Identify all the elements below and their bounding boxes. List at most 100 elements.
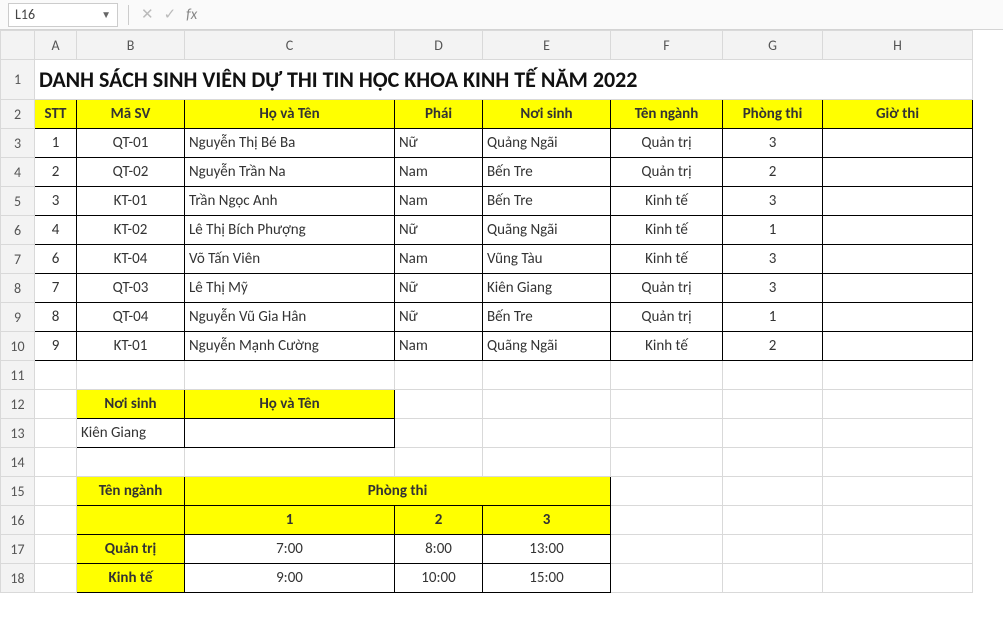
cell[interactable]: 1 [185,506,395,535]
sheet-title[interactable]: DANH SÁCH SINH VIÊN DỰ THI TIN HỌC KHOA … [35,60,973,100]
col-header[interactable]: F [611,31,723,60]
cell[interactable]: 7 [35,274,77,303]
cell[interactable] [35,361,77,390]
row-header[interactable]: 10 [1,332,35,361]
cell[interactable]: Nguyễn Vũ Gia Hân [185,303,395,332]
cell[interactable]: QT-01 [77,129,185,158]
cell[interactable] [395,390,483,419]
formula-input[interactable] [209,3,1003,27]
cell[interactable]: Quản trị [77,535,185,564]
cell[interactable]: Quản trị [611,129,723,158]
hdr-giothi[interactable]: Giờ thi [823,100,973,129]
cell[interactable] [823,332,973,361]
cell[interactable]: 1 [723,303,823,332]
row-header[interactable]: 13 [1,419,35,448]
cell[interactable]: Quản trị [611,158,723,187]
cell[interactable] [823,448,973,477]
cell[interactable]: KT-02 [77,216,185,245]
cell[interactable]: Trần Ngọc Anh [185,187,395,216]
cell[interactable] [723,564,823,593]
name-box[interactable]: L16 ▼ [8,3,118,27]
row-header[interactable]: 6 [1,216,35,245]
cell[interactable]: Bến Tre [483,303,611,332]
col-header[interactable]: A [35,31,77,60]
cell[interactable] [77,448,185,477]
cell[interactable] [483,390,611,419]
row-header[interactable]: 16 [1,506,35,535]
cell[interactable]: 3 [723,245,823,274]
cell[interactable] [823,361,973,390]
cell[interactable]: 3 [35,187,77,216]
cell[interactable]: Quãng Ngãi [483,216,611,245]
cell[interactable]: 3 [483,506,611,535]
cell[interactable]: Nam [395,158,483,187]
cell[interactable]: 2 [723,158,823,187]
cell[interactable]: 15:00 [483,564,611,593]
hdr-stt[interactable]: STT [35,100,77,129]
cell[interactable] [611,535,723,564]
cell[interactable] [611,564,723,593]
cell[interactable] [723,390,823,419]
row-header[interactable]: 1 [1,60,35,100]
cell[interactable]: 3 [723,274,823,303]
cell[interactable] [35,419,77,448]
cell[interactable]: Họ và Tên [185,390,395,419]
cell[interactable]: QT-03 [77,274,185,303]
fx-icon[interactable]: fx [186,6,203,24]
row-header[interactable]: 2 [1,100,35,129]
cell[interactable]: KT-01 [77,187,185,216]
worksheet[interactable]: A B C D E F G H 1 DANH SÁCH SINH VIÊN DỰ… [0,30,1003,593]
cell[interactable]: Nam [395,187,483,216]
cell[interactable] [723,361,823,390]
col-header[interactable]: G [723,31,823,60]
cell[interactable]: Tên ngành [77,477,185,506]
cell[interactable] [823,274,973,303]
cell[interactable]: Kinh tế [611,245,723,274]
hdr-noisinh[interactable]: Nơi sinh [483,100,611,129]
cell[interactable] [35,506,77,535]
cell[interactable]: QT-04 [77,303,185,332]
cell[interactable]: Nữ [395,303,483,332]
cell[interactable] [823,535,973,564]
cell[interactable] [611,506,723,535]
hdr-phongthi[interactable]: Phòng thi [723,100,823,129]
select-all[interactable] [1,31,35,60]
cell[interactable]: Kinh tế [611,332,723,361]
cell[interactable] [823,390,973,419]
row-header[interactable]: 8 [1,274,35,303]
cell[interactable] [823,245,973,274]
cell[interactable] [185,419,395,448]
cell[interactable]: Quãng Ngãi [483,332,611,361]
row-header[interactable]: 15 [1,477,35,506]
accept-icon[interactable]: ✓ [164,5,177,24]
cell[interactable]: Lê Thị Bích Phượng [185,216,395,245]
cell[interactable]: Quản trị [611,274,723,303]
cell[interactable]: 3 [723,187,823,216]
cell[interactable]: KT-01 [77,332,185,361]
cell[interactable]: 8 [35,303,77,332]
hdr-hoten[interactable]: Họ và Tên [185,100,395,129]
cell[interactable]: QT-02 [77,158,185,187]
row-header[interactable]: 4 [1,158,35,187]
chevron-down-icon[interactable]: ▼ [101,8,111,21]
cell[interactable] [35,390,77,419]
cell[interactable]: Kiên Giang [483,274,611,303]
cell[interactable] [611,448,723,477]
cell[interactable]: 9:00 [185,564,395,593]
cell[interactable]: Lê Thị Mỹ [185,274,395,303]
row-header[interactable]: 14 [1,448,35,477]
cell[interactable]: Kinh tế [611,216,723,245]
cell[interactable] [823,477,973,506]
cell[interactable]: Kinh tế [611,187,723,216]
row-header[interactable]: 17 [1,535,35,564]
cell[interactable] [823,216,973,245]
cell[interactable] [823,158,973,187]
cell[interactable]: 1 [35,129,77,158]
cell[interactable]: Nguyễn Thị Bé Ba [185,129,395,158]
row-header[interactable]: 7 [1,245,35,274]
row-header[interactable]: 12 [1,390,35,419]
row-header[interactable]: 5 [1,187,35,216]
col-header[interactable]: H [823,31,973,60]
col-header[interactable]: E [483,31,611,60]
hdr-tennganh[interactable]: Tên ngành [611,100,723,129]
